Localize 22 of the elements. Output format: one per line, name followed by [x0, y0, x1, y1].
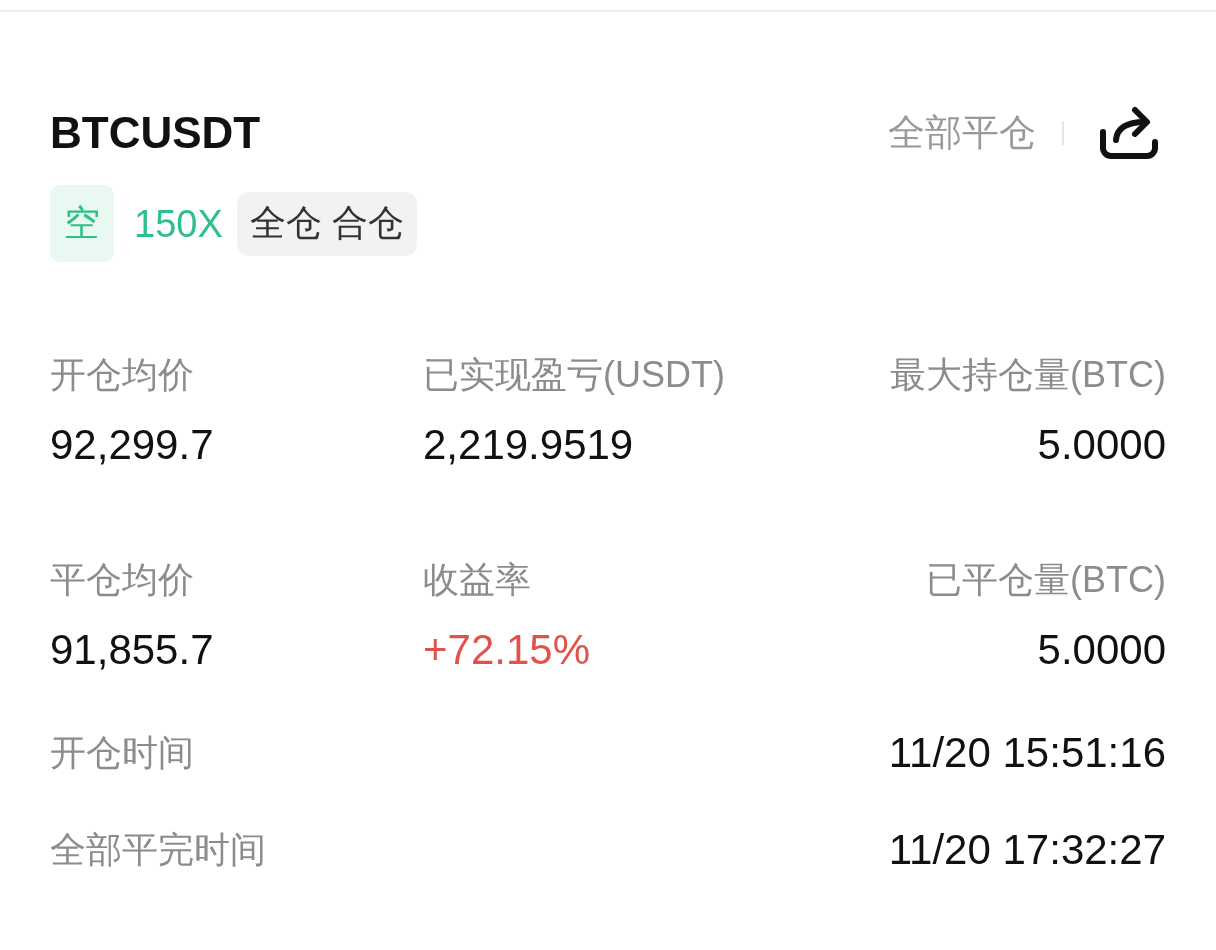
stat-value: 92,299.7 [50, 421, 214, 469]
stat-value: 91,855.7 [50, 626, 214, 674]
stat-label: 收益率 [423, 558, 531, 602]
side-tag: 空 [50, 185, 114, 262]
margin-mode-tag: 全仓 合仓 [236, 191, 417, 256]
leverage-text: 150X [134, 201, 223, 247]
symbol-title: BTCUSDT [50, 107, 261, 159]
stat-value: +72.15% [423, 626, 590, 674]
close-all-button[interactable]: 全部平仓 [888, 109, 1036, 157]
stat-value: 5.0000 [1037, 421, 1166, 469]
stat-label: 最大持仓量(BTC) [890, 353, 1166, 397]
stat-value: 5.0000 [1037, 626, 1166, 674]
time-value: 11/20 15:51:16 [888, 729, 1166, 777]
time-label: 全部平完时间 [50, 828, 266, 872]
time-label: 开仓时间 [50, 731, 194, 775]
stat-label: 开仓均价 [50, 353, 194, 397]
share-icon[interactable] [1098, 104, 1160, 162]
stat-label: 已平仓量(BTC) [926, 558, 1166, 602]
stat-value: 2,219.9519 [423, 421, 634, 469]
stat-label: 平仓均价 [50, 558, 194, 602]
time-value: 11/20 17:32:27 [888, 826, 1166, 874]
stat-label: 已实现盈亏(USDT) [423, 353, 725, 397]
